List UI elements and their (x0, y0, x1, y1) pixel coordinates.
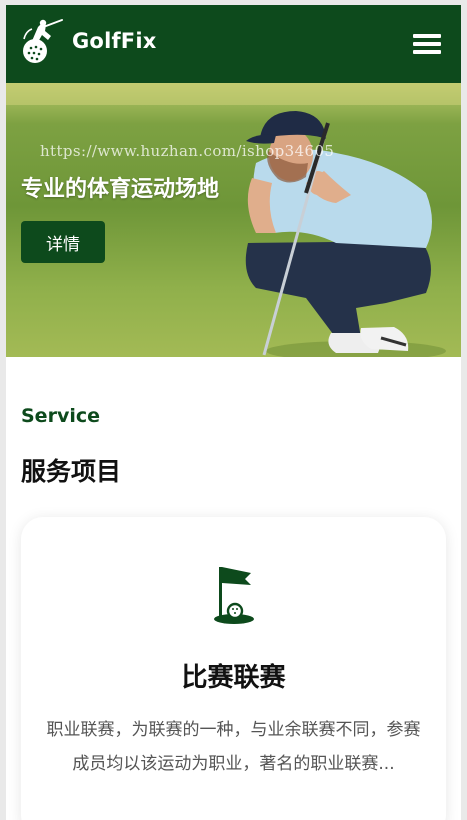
golf-flag-icon (214, 567, 254, 624)
golfer-logo-icon (23, 19, 63, 63)
hero-title: 专业的体育运动场地 (21, 177, 220, 202)
menu-bar (413, 50, 441, 54)
brand-logo[interactable]: GolfFix (18, 17, 157, 65)
service-card-title: 比赛联赛 (181, 663, 286, 693)
menu-bar (413, 34, 441, 38)
section-label-en: Service (21, 405, 100, 427)
brand-name: GolfFix (72, 29, 157, 53)
menu-bar (413, 42, 441, 46)
service-card[interactable]: 比赛联赛 职业联赛，为联赛的一种，与业余联赛不同，参赛成员均以该运动为职业，著名… (21, 517, 446, 820)
watermark-text: https://www.huzhan.com/ishop34605 (40, 142, 335, 160)
hero-banner: https://www.huzhan.com/ishop34605 专业的体育运… (6, 83, 461, 357)
section-title: 服务项目 (21, 457, 122, 486)
hero-details-button[interactable]: 详情 (21, 221, 105, 263)
service-card-description: 职业联赛，为联赛的一种，与业余联赛不同，参赛成员均以该运动为职业，著名的职业联赛… (46, 720, 421, 774)
site-header: GolfFix (6, 5, 461, 83)
hamburger-menu-icon[interactable] (413, 34, 441, 56)
hero-golfer-image (6, 83, 461, 357)
page-frame: GolfFix https://www.huzhan.com/ishop3460… (6, 5, 461, 820)
